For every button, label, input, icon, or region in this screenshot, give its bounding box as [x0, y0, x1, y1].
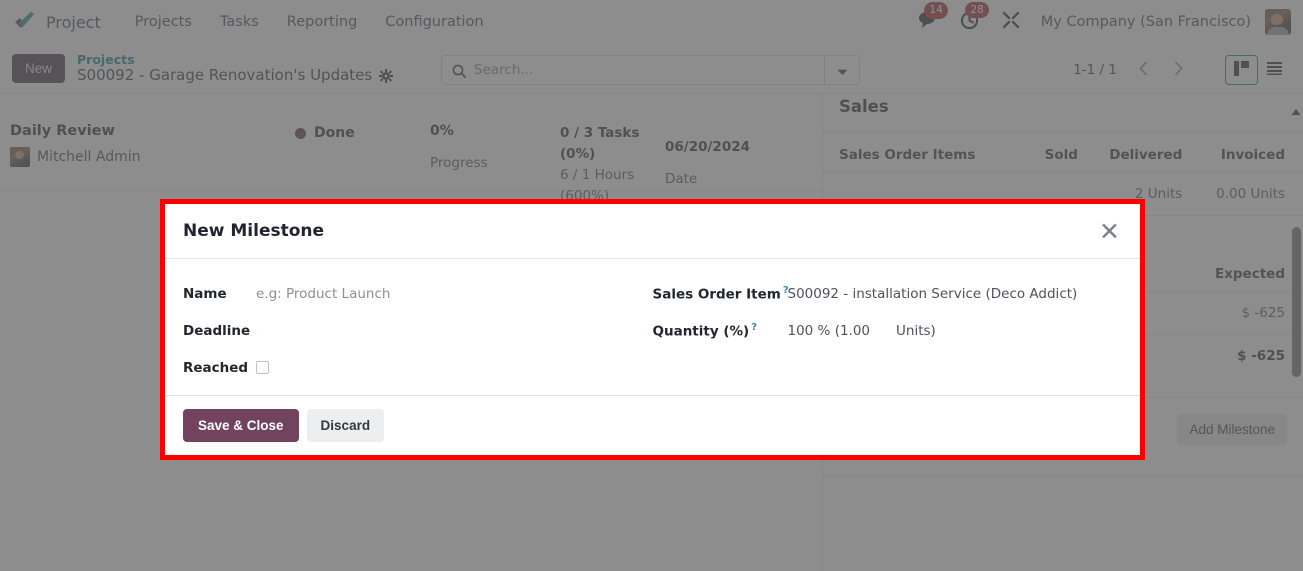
new-milestone-dialog: New Milestone ✕ Name e.g: Product Launch… [160, 199, 1145, 460]
sales-order-item-value[interactable]: S00092 - installation Service (Deco Addi… [788, 286, 1078, 302]
quantity-units-open: (1.00 [834, 322, 871, 339]
label-name: Name [183, 285, 227, 302]
field-row-name: Name e.g: Product Launch [183, 275, 653, 312]
save-and-close-button[interactable]: Save & Close [183, 409, 299, 442]
field-row-quantity: Quantity (%)? 100 % (1.00 Units) [653, 312, 1123, 349]
field-row-deadline: Deadline [183, 312, 653, 349]
screen-root: Project Projects Tasks Reporting Configu… [0, 0, 1303, 571]
reached-checkbox[interactable] [256, 361, 269, 374]
label-quantity: Quantity (%)? [653, 322, 788, 340]
dialog-footer: Save & Close Discard [165, 395, 1140, 455]
label-deadline: Deadline [183, 322, 251, 339]
field-row-sales-order-item: Sales Order Item? S00092 - installation … [653, 275, 1123, 312]
label-sales-order-item-text: Sales Order Item [652, 286, 781, 303]
dialog-title: New Milestone [183, 221, 325, 241]
quantity-unit-label: Units) [896, 322, 936, 339]
quantity-percent-input[interactable]: 100 % (1.00 [788, 323, 871, 339]
form-column-left: Name e.g: Product Launch Deadline Reache… [183, 275, 653, 386]
label-reached: Reached [183, 359, 249, 376]
quantity-value-group: 100 % (1.00 Units) [788, 323, 936, 339]
label-quantity-text: Quantity (%) [652, 323, 750, 340]
close-icon[interactable]: ✕ [1097, 219, 1122, 244]
dialog-body: Name e.g: Product Launch Deadline Reache… [165, 259, 1140, 396]
discard-button[interactable]: Discard [306, 409, 385, 442]
dialog-header: New Milestone ✕ [165, 204, 1140, 259]
label-sales-order-item: Sales Order Item? [652, 285, 789, 303]
help-icon[interactable]: ? [751, 322, 757, 333]
field-row-reached: Reached [183, 349, 653, 386]
form-column-right: Sales Order Item? S00092 - installation … [653, 275, 1123, 386]
quantity-percent-value: 100 % [787, 322, 831, 339]
name-input[interactable]: e.g: Product Launch [256, 286, 390, 302]
